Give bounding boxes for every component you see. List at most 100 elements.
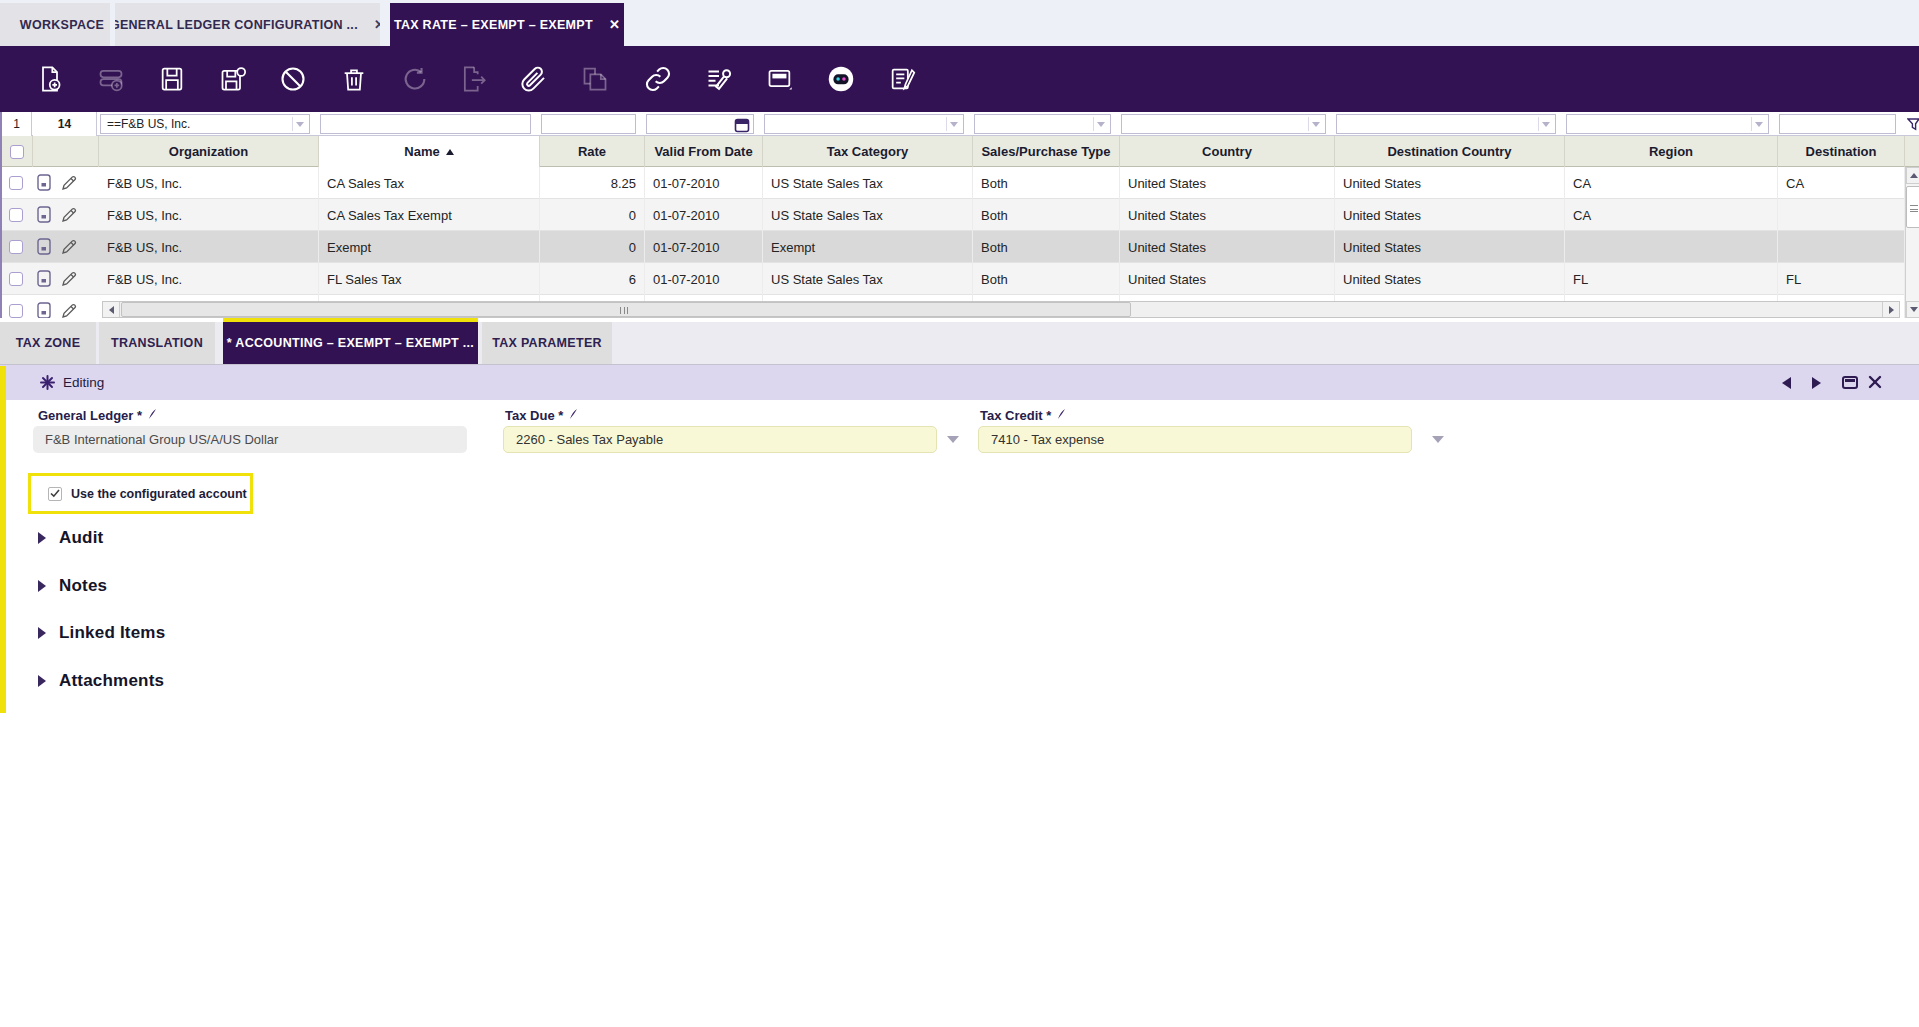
- section-notes[interactable]: Notes: [38, 576, 107, 596]
- tax-due-dropdown-icon[interactable]: [947, 436, 959, 443]
- new-document-icon[interactable]: [36, 65, 64, 93]
- calendar-icon[interactable]: [734, 117, 750, 136]
- link-icon[interactable]: [644, 65, 672, 93]
- dropdown-icon[interactable]: [946, 117, 961, 131]
- open-record-icon[interactable]: [37, 270, 52, 291]
- save-icon[interactable]: [158, 65, 186, 93]
- table-row[interactable]: F&B US, Inc.Exempt001-07-2010ExemptBothU…: [2, 231, 1919, 263]
- filter-valid_from_date[interactable]: [646, 114, 754, 134]
- editing-status-label: Editing: [63, 375, 104, 390]
- dropdown-icon[interactable]: [1538, 117, 1553, 131]
- filter-sales_purchase_type[interactable]: [974, 114, 1111, 134]
- use-configurated-account-checkbox[interactable]: [48, 487, 62, 501]
- table-row[interactable]: F&B US, Inc.CA Sales Tax Exempt001-07-20…: [2, 199, 1919, 231]
- filter-destination[interactable]: [1779, 114, 1896, 134]
- tab-tax-zone[interactable]: TAX ZONE: [0, 322, 96, 364]
- scroll-down-button[interactable]: [1906, 301, 1919, 318]
- tab-accounting[interactable]: * ACCOUNTING – EXEMPT – EXEMPT ...: [223, 318, 478, 364]
- table-row[interactable]: F&B US, Inc.FL Sales Tax601-07-2010US St…: [2, 263, 1919, 295]
- next-record-icon[interactable]: [1810, 376, 1823, 394]
- tax-due-input[interactable]: 2260 - Sales Tax Payable: [503, 426, 937, 453]
- close-tab-icon[interactable]: ✕: [374, 17, 380, 32]
- filter-rate[interactable]: [541, 114, 636, 134]
- cell-organization: F&B US, Inc.: [99, 231, 319, 263]
- table-row[interactable]: F&B US, Inc.CA Sales Tax8.2501-07-2010US…: [2, 167, 1919, 199]
- section-attachments[interactable]: Attachments: [38, 671, 164, 691]
- cell-valid_from_date: 01-07-2010: [645, 231, 763, 263]
- row-checkbox[interactable]: [9, 240, 23, 254]
- cancel-icon[interactable]: [279, 65, 307, 93]
- column-header-region[interactable]: Region: [1565, 136, 1778, 167]
- tab-tax-parameter[interactable]: TAX PARAMETER: [482, 322, 612, 364]
- scroll-right-button[interactable]: [1882, 302, 1899, 317]
- detail-tab-bar: TAX ZONE TRANSLATION * ACCOUNTING – EXEM…: [0, 318, 1919, 364]
- edit-record-icon[interactable]: [61, 207, 77, 226]
- row-checkbox[interactable]: [9, 272, 23, 286]
- column-header-tax_category[interactable]: Tax Category: [763, 136, 973, 167]
- toolbar: [0, 46, 1919, 112]
- open-record-icon[interactable]: [37, 206, 52, 227]
- save-as-icon[interactable]: [219, 65, 247, 93]
- dropdown-icon[interactable]: [1751, 117, 1766, 131]
- previous-record-icon[interactable]: [1780, 376, 1793, 394]
- cell-rate: 0: [540, 231, 645, 263]
- tax-credit-dropdown-icon[interactable]: [1432, 436, 1444, 443]
- vertical-scrollbar[interactable]: [1905, 167, 1919, 318]
- dropdown-icon[interactable]: [1093, 117, 1108, 131]
- cell-destination_country: United States: [1335, 231, 1565, 263]
- general-ledger-label: General Ledger *: [38, 408, 157, 423]
- filter-country[interactable]: [1121, 114, 1326, 134]
- edit-record-icon[interactable]: [61, 271, 77, 290]
- column-header-country[interactable]: Country: [1120, 136, 1335, 167]
- tab-general-ledger-configuration[interactable]: GENERAL LEDGER CONFIGURATION ...✕: [115, 3, 380, 46]
- edit-record-icon[interactable]: [61, 175, 77, 194]
- select-all-checkbox[interactable]: [10, 145, 24, 159]
- horizontal-scroll-thumb[interactable]: [121, 302, 1131, 317]
- open-record-icon[interactable]: [37, 174, 52, 195]
- tax-credit-input[interactable]: 7410 - Tax expense: [978, 426, 1412, 453]
- column-header-sales_purchase_type[interactable]: Sales/Purchase Type: [973, 136, 1120, 167]
- general-ledger-input[interactable]: F&B International Group US/A/US Dollar: [33, 426, 467, 453]
- notes-edit-icon[interactable]: [888, 65, 916, 93]
- column-header-destination[interactable]: Destination: [1778, 136, 1905, 167]
- vertical-scroll-thumb[interactable]: [1906, 186, 1919, 228]
- filter-tax_category[interactable]: [764, 114, 964, 134]
- filter-funnel-icon[interactable]: [1907, 117, 1919, 135]
- tab-workspace[interactable]: WORKSPACE: [0, 3, 110, 46]
- tab-translation[interactable]: TRANSLATION: [99, 322, 215, 364]
- filter-region[interactable]: [1566, 114, 1769, 134]
- close-tab-icon[interactable]: ✕: [609, 17, 620, 32]
- scroll-left-button[interactable]: [103, 302, 120, 317]
- row-checkbox[interactable]: [9, 176, 23, 190]
- cell-name: CA Sales Tax Exempt: [319, 199, 540, 231]
- maximize-icon[interactable]: [1842, 376, 1858, 389]
- tab-tax-rate-exempt[interactable]: TAX RATE – EXEMPT – EXEMPT✕: [390, 3, 624, 46]
- scroll-up-button[interactable]: [1906, 167, 1919, 184]
- filter-name[interactable]: [320, 114, 531, 134]
- column-header-organization[interactable]: Organization: [99, 136, 319, 167]
- panel-layout-icon[interactable]: [766, 65, 794, 93]
- delete-icon[interactable]: [340, 65, 368, 93]
- column-header-destination_country[interactable]: Destination Country: [1335, 136, 1565, 167]
- horizontal-scrollbar[interactable]: [102, 301, 1900, 318]
- attach-icon[interactable]: [519, 65, 547, 93]
- filter-destination_country[interactable]: [1336, 114, 1556, 134]
- filter-organization[interactable]: ==F&B US, Inc.: [100, 114, 310, 134]
- add-row-icon: [97, 65, 125, 93]
- close-panel-icon[interactable]: [1868, 375, 1882, 393]
- row-checkbox[interactable]: [9, 304, 23, 318]
- open-record-icon[interactable]: [37, 238, 52, 259]
- list-settings-icon[interactable]: [705, 65, 733, 93]
- bot-icon[interactable]: [827, 65, 855, 93]
- column-header-name[interactable]: Name: [319, 136, 540, 167]
- section-label: Notes: [59, 576, 107, 596]
- section-linked-items[interactable]: Linked Items: [38, 623, 165, 643]
- edit-record-icon[interactable]: [61, 239, 77, 258]
- dropdown-icon[interactable]: [292, 117, 307, 131]
- column-header-rate[interactable]: Rate: [540, 136, 645, 167]
- row-checkbox[interactable]: [9, 208, 23, 222]
- column-header-valid_from_date[interactable]: Valid From Date: [645, 136, 763, 167]
- dropdown-icon[interactable]: [1308, 117, 1323, 131]
- section-audit[interactable]: Audit: [38, 528, 103, 548]
- cell-rate: 0: [540, 199, 645, 231]
